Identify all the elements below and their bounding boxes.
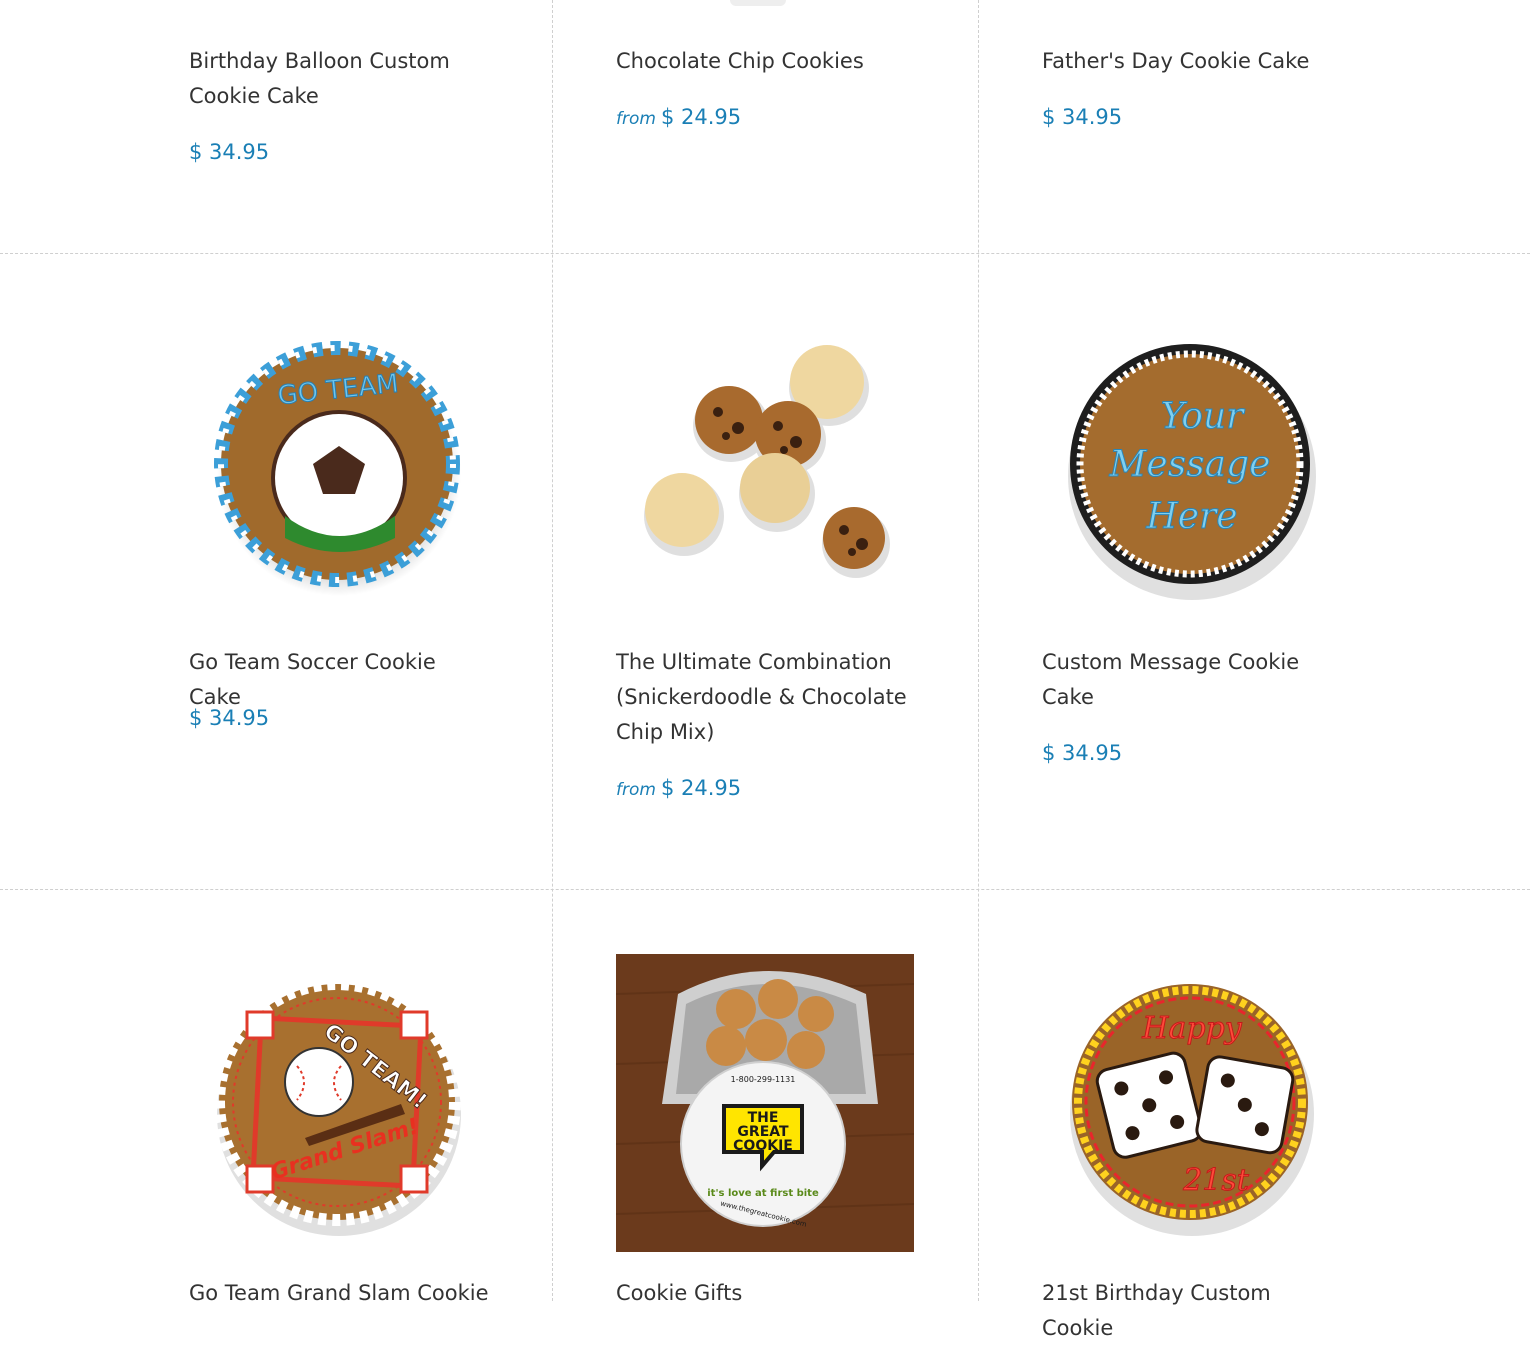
product-image[interactable]: Your Message Here	[1042, 316, 1340, 614]
product-name[interactable]: Cookie Gifts	[616, 1276, 921, 1311]
product-price: $ 34.95	[189, 706, 270, 730]
column-divider	[552, 0, 553, 1301]
cookie-message-line-2: 21st	[1182, 1163, 1250, 1198]
product-price: $ 34.95	[1042, 741, 1123, 765]
product-name[interactable]: Birthday Balloon Custom Cookie Cake	[189, 44, 494, 114]
tin-tagline-text: it's love at first bite	[707, 1188, 819, 1199]
product-image[interactable]: Happy 21st	[1042, 954, 1340, 1252]
column-divider	[978, 0, 979, 1301]
product-price: from $ 24.95	[616, 102, 741, 134]
cookie-message-line-2: Message	[1109, 444, 1271, 485]
cookie-message-line-3: Here	[1145, 496, 1237, 537]
product-name[interactable]: Father's Day Cookie Cake	[1042, 44, 1347, 79]
product-image-edge	[730, 0, 786, 6]
product-image[interactable]: GO TEAM! Grand Slam!	[189, 954, 487, 1252]
product-price: $ 34.95	[189, 140, 270, 164]
price-from-label: from	[616, 780, 656, 800]
tin-logo-line-3: COOKIE	[733, 1138, 793, 1154]
cookie-message-line-1: Your	[1161, 396, 1245, 437]
row-divider	[0, 889, 1530, 890]
price-from-label: from	[616, 109, 656, 129]
product-image[interactable]	[616, 316, 914, 614]
price-value: $ 24.95	[660, 776, 742, 800]
product-price: $ 34.95	[1042, 105, 1123, 129]
price-value: $ 24.95	[660, 105, 742, 129]
tin-phone-text: 1-800-299-1131	[731, 1075, 796, 1084]
product-name[interactable]: Chocolate Chip Cookies	[616, 44, 921, 79]
product-name[interactable]: Go Team Grand Slam Cookie	[189, 1276, 494, 1311]
row-divider	[0, 253, 1530, 254]
cookie-message-line-1: Happy	[1141, 1011, 1242, 1046]
product-name[interactable]: The Ultimate Combination (Snickerdoodle …	[616, 645, 921, 750]
product-image[interactable]: GO TEAM	[189, 316, 487, 614]
product-name[interactable]: Custom Message Cookie Cake	[1042, 645, 1347, 715]
product-image[interactable]: 1-800-299-1131 THE GREAT COOKIE it's lov…	[616, 954, 914, 1252]
product-price: from $ 24.95	[616, 773, 741, 805]
product-name[interactable]: 21st Birthday Custom Cookie	[1042, 1276, 1347, 1346]
